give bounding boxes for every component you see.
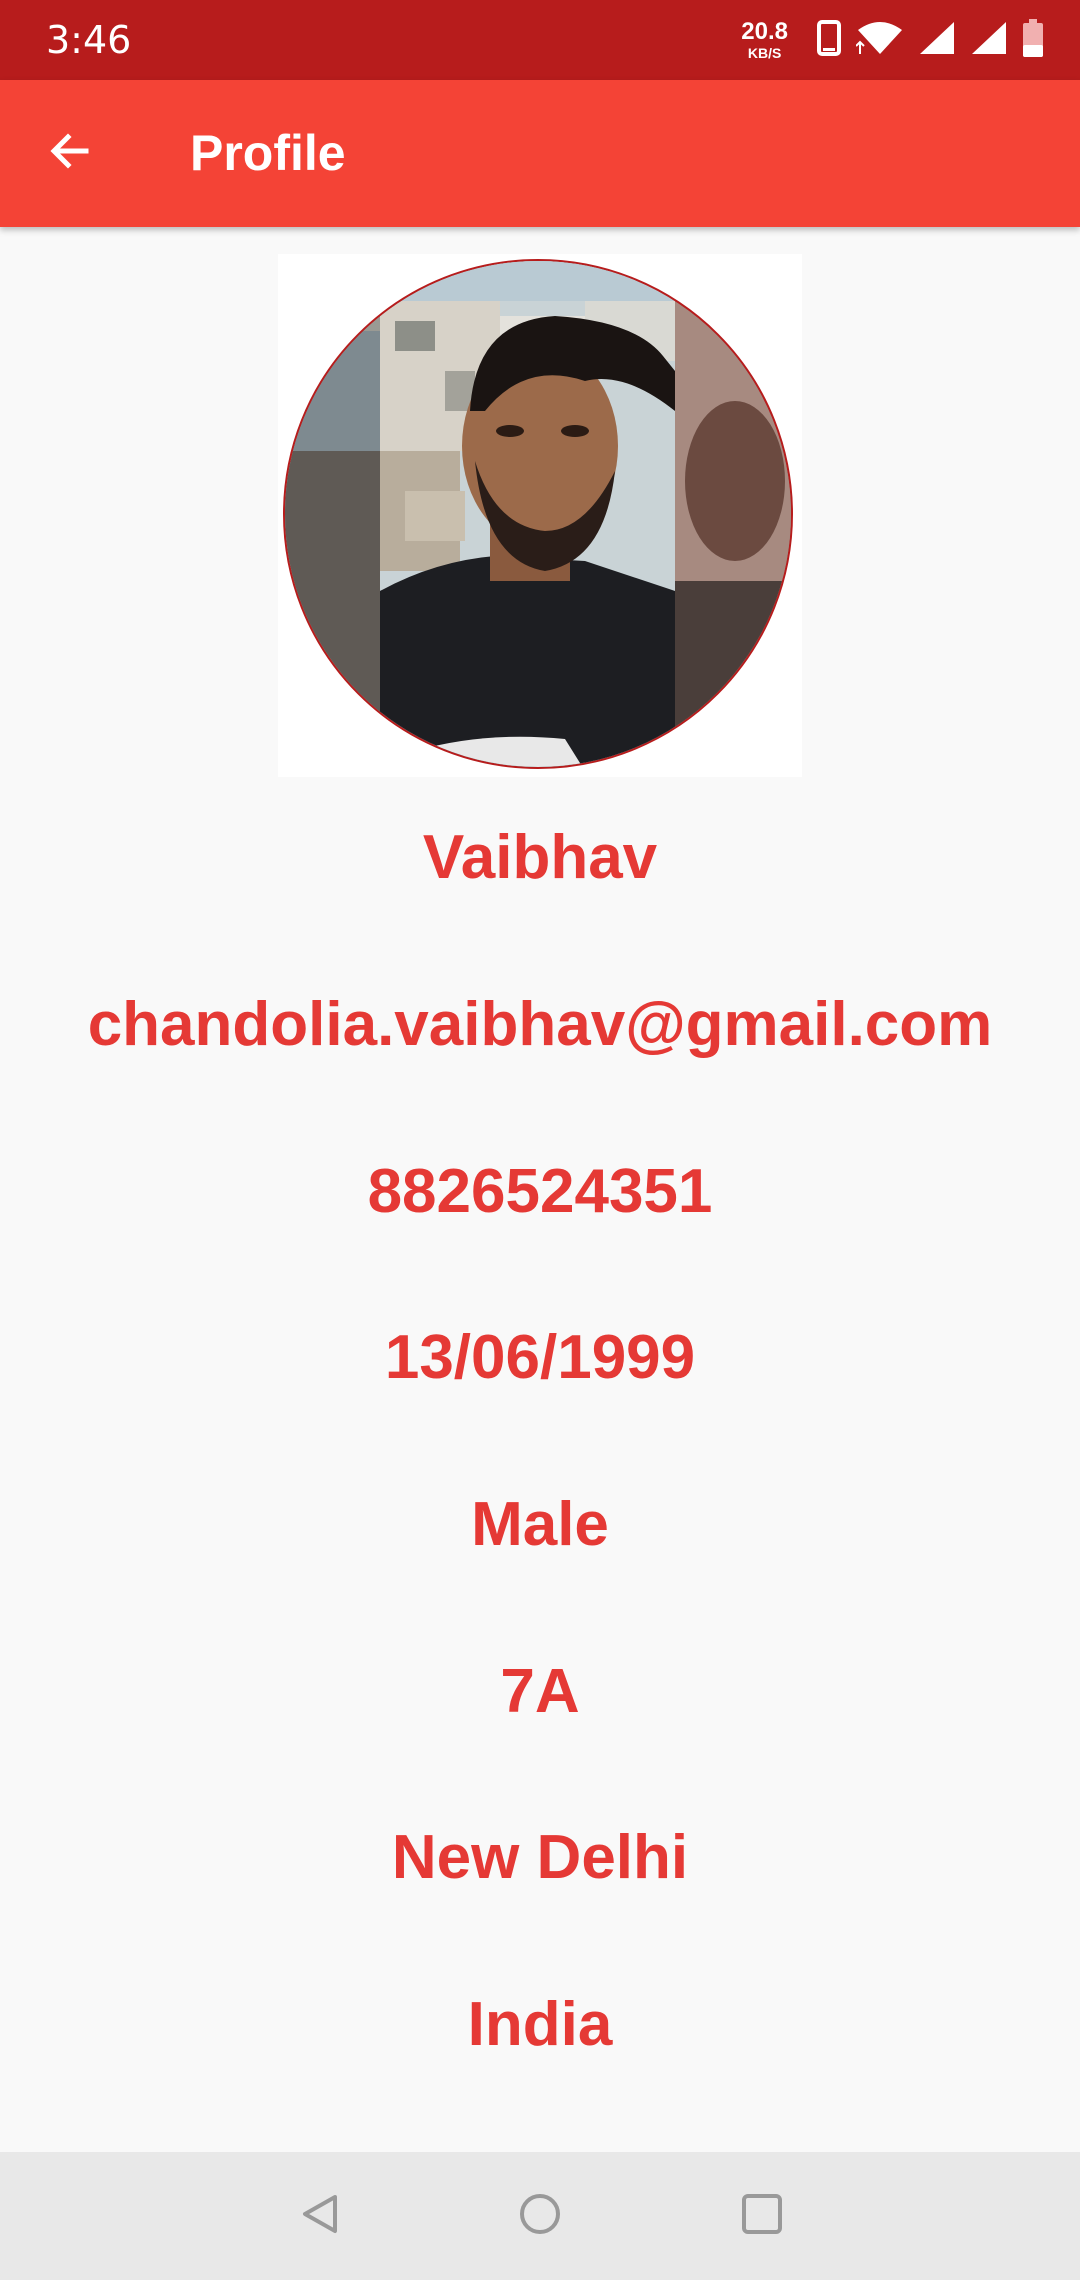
nav-recents-button[interactable] — [732, 2186, 792, 2246]
wifi-icon — [855, 20, 904, 61]
profile-photo — [285, 261, 791, 767]
network-speed: 20.8 KB/S — [741, 18, 788, 61]
avatar-frame — [278, 254, 802, 777]
profile-phone: 8826524351 — [367, 1157, 713, 1226]
status-time: 3:46 — [46, 18, 132, 62]
back-button[interactable] — [30, 113, 110, 193]
profile-name: Vaibhav — [422, 823, 658, 892]
nav-home-button[interactable] — [510, 2186, 570, 2246]
arrow-left-icon — [46, 127, 94, 180]
network-speed-unit: KB/S — [747, 45, 782, 61]
nav-back-button[interactable] — [290, 2186, 350, 2246]
signal-icon — [918, 20, 956, 61]
status-icons: 20.8 KB/S — [741, 14, 1044, 66]
home-circle-icon — [517, 2191, 563, 2242]
battery-low-icon — [1022, 18, 1044, 62]
status-bar: 3:46 20.8 KB/S — [0, 0, 1080, 80]
profile-email: chandolia.vaibhav@gmail.com — [87, 990, 993, 1059]
avatar[interactable] — [283, 259, 793, 769]
recents-square-icon — [739, 2191, 785, 2242]
back-triangle-icon — [297, 2191, 343, 2242]
network-speed-value: 20.8 — [741, 18, 788, 45]
profile-city: New Delhi — [391, 1823, 689, 1892]
signal-icon — [970, 20, 1008, 61]
profile-address: 7A — [500, 1657, 580, 1726]
app-bar: Profile — [0, 80, 1080, 227]
page-title: Profile — [190, 125, 346, 181]
profile-gender: Male — [471, 1490, 609, 1559]
profile-country: India — [467, 1990, 613, 2059]
system-nav-bar — [0, 2152, 1080, 2280]
profile-dob: 13/06/1999 — [384, 1323, 696, 1392]
phone-icon — [816, 19, 842, 61]
